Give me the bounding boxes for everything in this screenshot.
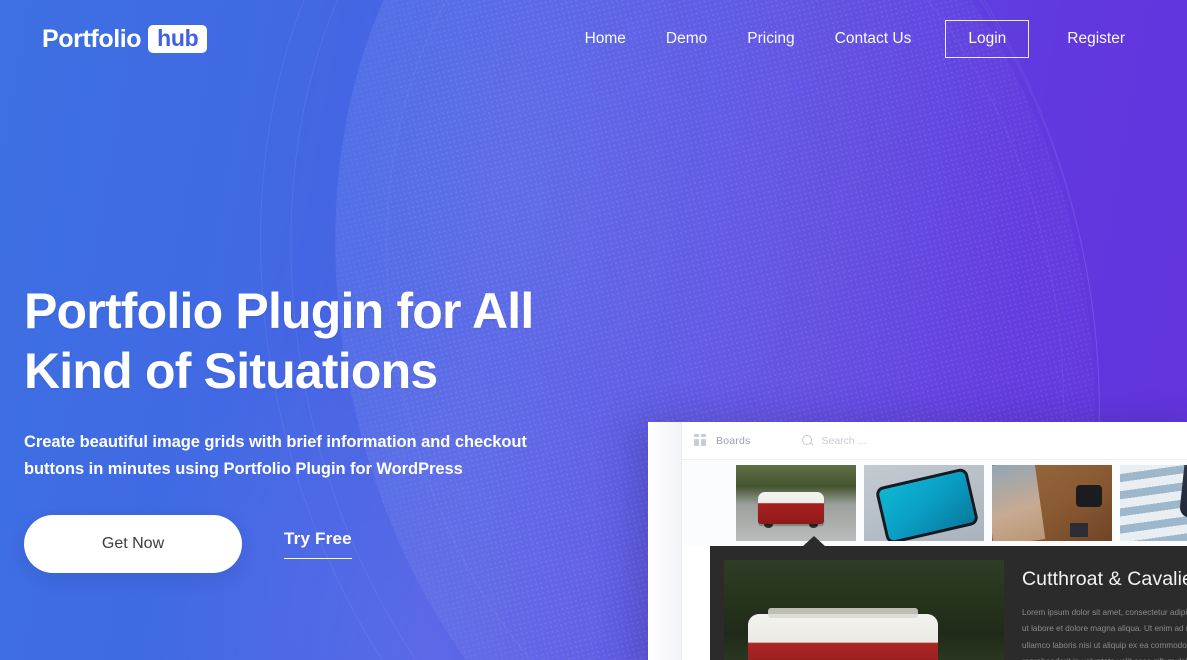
- detail-card-image: [724, 560, 1004, 660]
- site-logo[interactable]: Portfolio hub: [42, 24, 208, 54]
- boards-label: Boards: [716, 434, 751, 447]
- detail-card-title: Cutthroat & Cavalier: [1022, 568, 1187, 590]
- app-screenshot-mockup: Boards Search ... Cutthroat & Cavalier L…: [648, 422, 1187, 660]
- headline-line-1: Portfolio Plugin for All: [24, 283, 534, 339]
- logo-text-main: Portfolio: [42, 24, 142, 53]
- mockup-toolbar: Boards Search ...: [682, 422, 1187, 460]
- nav-item-pricing[interactable]: Pricing: [727, 21, 814, 57]
- thumbnail-item[interactable]: [1120, 465, 1187, 541]
- grid-icon: [694, 434, 707, 447]
- get-now-button[interactable]: Get Now: [24, 515, 242, 574]
- nav-item-contact-us[interactable]: Contact Us: [815, 21, 932, 57]
- cta-row: Get Now Try Free: [24, 515, 644, 574]
- hero-subtitle: Create beautiful image grids with brief …: [24, 433, 527, 478]
- search-placeholder-text: Search ...: [821, 434, 867, 447]
- thumbnail-item[interactable]: [992, 465, 1112, 541]
- mockup-search-field[interactable]: Search ...: [802, 435, 866, 447]
- thumbnail-item[interactable]: [736, 465, 856, 541]
- search-icon: [802, 435, 813, 446]
- nav-links: Home Demo Pricing Contact Us Login Regis…: [565, 20, 1145, 58]
- logo-text-badge: hub: [148, 24, 208, 54]
- thumbnail-item[interactable]: [864, 465, 984, 541]
- boards-control[interactable]: Boards: [694, 434, 750, 447]
- register-link[interactable]: Register: [1047, 21, 1145, 57]
- headline-line-2: Kind of Situations: [24, 342, 438, 399]
- nav-item-demo[interactable]: Demo: [646, 21, 727, 57]
- nav-item-home[interactable]: Home: [565, 21, 646, 57]
- hero-copy-block: Portfolio Plugin for All Kind of Situati…: [24, 282, 644, 574]
- detail-card-body: Lorem ipsum dolor sit amet, consectetur …: [1022, 608, 1187, 660]
- try-free-link[interactable]: Try Free: [284, 529, 352, 560]
- hero-section: Portfolio hub Home Demo Pricing Contact …: [0, 0, 1187, 660]
- top-navigation-bar: Portfolio hub Home Demo Pricing Contact …: [0, 0, 1187, 78]
- detail-card-pointer: [802, 536, 826, 547]
- detail-card: Cutthroat & Cavalier Lorem ipsum dolor s…: [710, 536, 1187, 660]
- page-title: Portfolio Plugin for All Kind of Situati…: [24, 282, 644, 401]
- mockup-sidebar: [648, 422, 682, 660]
- detail-card-text: Cutthroat & Cavalier Lorem ipsum dolor s…: [1004, 546, 1187, 660]
- login-button[interactable]: Login: [945, 20, 1030, 58]
- thumbnail-strip: [682, 461, 1187, 545]
